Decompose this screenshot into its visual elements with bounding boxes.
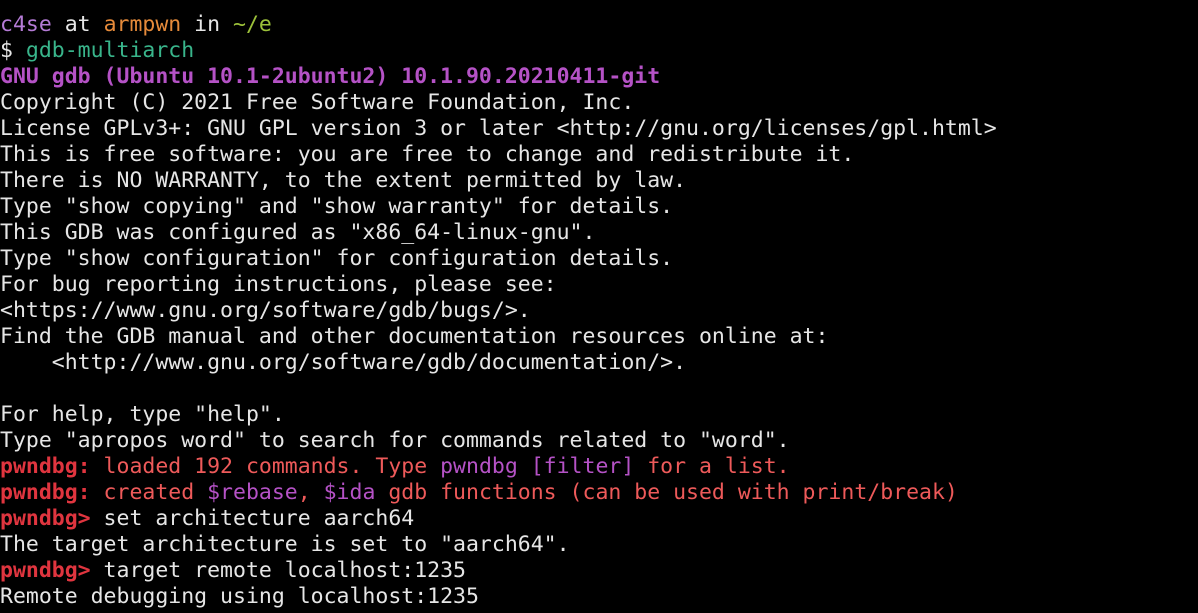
gdb-version: GNU gdb (Ubuntu 10.1-2ubuntu2) 10.1.90.2… — [0, 64, 661, 89]
rebase-function: $rebase — [207, 480, 298, 505]
prompt-at: at — [51, 12, 104, 37]
pwndbg-loaded-tail: for a list. — [634, 454, 790, 479]
banner-line: Type "show copying" and "show warranty" … — [0, 194, 674, 219]
banner-line: This is free software: you are free to c… — [0, 142, 855, 167]
pwndbg-filter-hint: pwndbg [filter] — [440, 454, 635, 479]
banner-line: For help, type "help". — [0, 402, 285, 427]
banner-line: There is NO WARRANTY, to the extent perm… — [0, 168, 687, 193]
banner-line: Copyright (C) 2021 Free Software Foundat… — [0, 90, 635, 115]
terminal-window[interactable]: c4se at armpwn in ~/e $ gdb-multiarch GN… — [0, 0, 1198, 613]
pwndbg-label: pwndbg: — [0, 454, 91, 479]
pwndbg-prompt: pwndbg> — [0, 506, 91, 531]
gdb-prompt-line: pwndbg> target remote localhost:1235 — [0, 558, 1198, 584]
user-input: set architecture aarch64 — [90, 506, 415, 531]
pwndbg-prompt: pwndbg> — [0, 558, 91, 583]
gdb-output-line: The target architecture is set to "aarch… — [0, 532, 570, 557]
pwndbg-created-line: pwndbg: created $rebase, $ida gdb functi… — [0, 480, 1198, 506]
prompt-path: ~/e — [233, 12, 272, 37]
banner-line: Find the GDB manual and other documentat… — [0, 324, 829, 349]
comma-separator: , — [297, 480, 324, 505]
command-line: $ gdb-multiarch — [0, 38, 1198, 64]
banner-line: Type "show configuration" for configurat… — [0, 246, 674, 271]
banner-line: <http://www.gnu.org/software/gdb/documen… — [0, 350, 687, 375]
banner-line: For bug reporting instructions, please s… — [0, 272, 557, 297]
pwndbg-label: pwndbg: — [0, 480, 91, 505]
prompt-in: in — [181, 12, 234, 37]
banner-line: Type "apropos word" to search for comman… — [0, 428, 790, 453]
banner-line: <https://www.gnu.org/software/gdb/bugs/>… — [0, 298, 531, 323]
shell-prompt-line: c4se at armpwn in ~/e — [0, 12, 1198, 38]
dollar-symbol: $ — [0, 38, 26, 63]
user-input: target remote localhost:1235 — [90, 558, 466, 583]
banner-line: This GDB was configured as "x86_64-linux… — [0, 220, 596, 245]
pwndbg-created-text: created — [90, 480, 208, 505]
pwndbg-loaded-text: loaded 192 commands. Type — [90, 454, 441, 479]
pwndbg-loaded-line: pwndbg: loaded 192 commands. Type pwndbg… — [0, 454, 1198, 480]
command-text: gdb-multiarch — [25, 38, 195, 63]
banner-line: License GPLv3+: GNU GPL version 3 or lat… — [0, 116, 997, 141]
prompt-host: armpwn — [103, 12, 182, 37]
gdb-output-line: Remote debugging using localhost:1235 — [0, 584, 479, 609]
gdb-prompt-line: pwndbg> set architecture aarch64 — [0, 506, 1198, 532]
pwndbg-created-tail: gdb functions (can be used with print/br… — [375, 480, 958, 505]
prompt-user: c4se — [0, 12, 52, 37]
ida-function: $ida — [323, 480, 376, 505]
